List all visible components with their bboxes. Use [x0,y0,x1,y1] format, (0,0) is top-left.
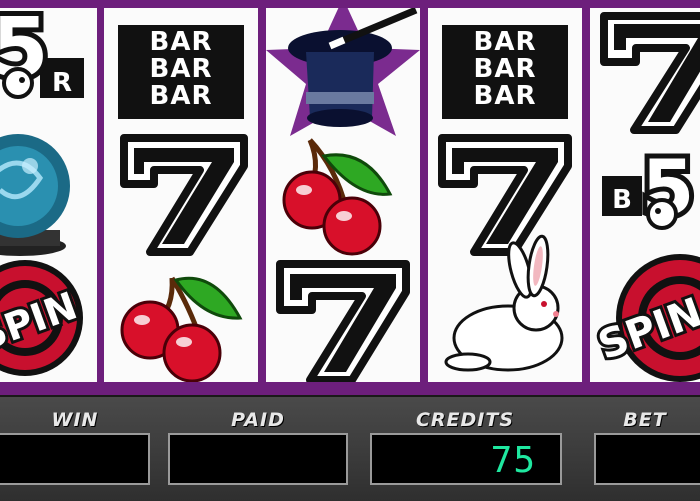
seven-symbol [438,134,572,256]
cherries-icon [282,138,393,256]
reel-window: R 5 SPIN BAR BAR BAR BAR BAR BAR B 5 SPI… [0,0,700,395]
reel-2: BAR BAR BAR [104,8,258,382]
credits-value: 75 [490,440,536,481]
bet-label: BET [623,409,667,431]
reel-1: R 5 SPIN [0,8,97,382]
cherries-icon [120,276,243,382]
paid-label: PAID [231,409,285,431]
spin-wheel-icon: SPIN [0,260,86,376]
bet-meter [594,433,700,485]
reel-5: B 5 SPIN [590,8,700,382]
seven-symbol [600,12,700,134]
reel-3 [266,8,420,382]
spin-wheel-icon: SPIN [590,254,700,382]
paid-meter [168,433,348,485]
meter-panel: WIN PAID CREDITS 75 BET [0,395,700,501]
win-label: WIN [51,409,99,431]
credits-meter: 75 [370,433,562,485]
seven-symbol [276,260,410,382]
credits-label: CREDITS [415,409,515,431]
magic-hat-icon [266,8,420,136]
bonus-5-symbol: R 5 [0,8,84,101]
bonus-letter: R [52,68,72,98]
bonus-5-symbol: B 5 [602,138,699,237]
crystal-ball-icon [0,134,70,256]
seven-symbol [120,134,248,256]
win-meter [0,433,150,485]
bonus-letter: B [612,185,632,215]
reel-4: BAR BAR BAR [428,8,582,382]
